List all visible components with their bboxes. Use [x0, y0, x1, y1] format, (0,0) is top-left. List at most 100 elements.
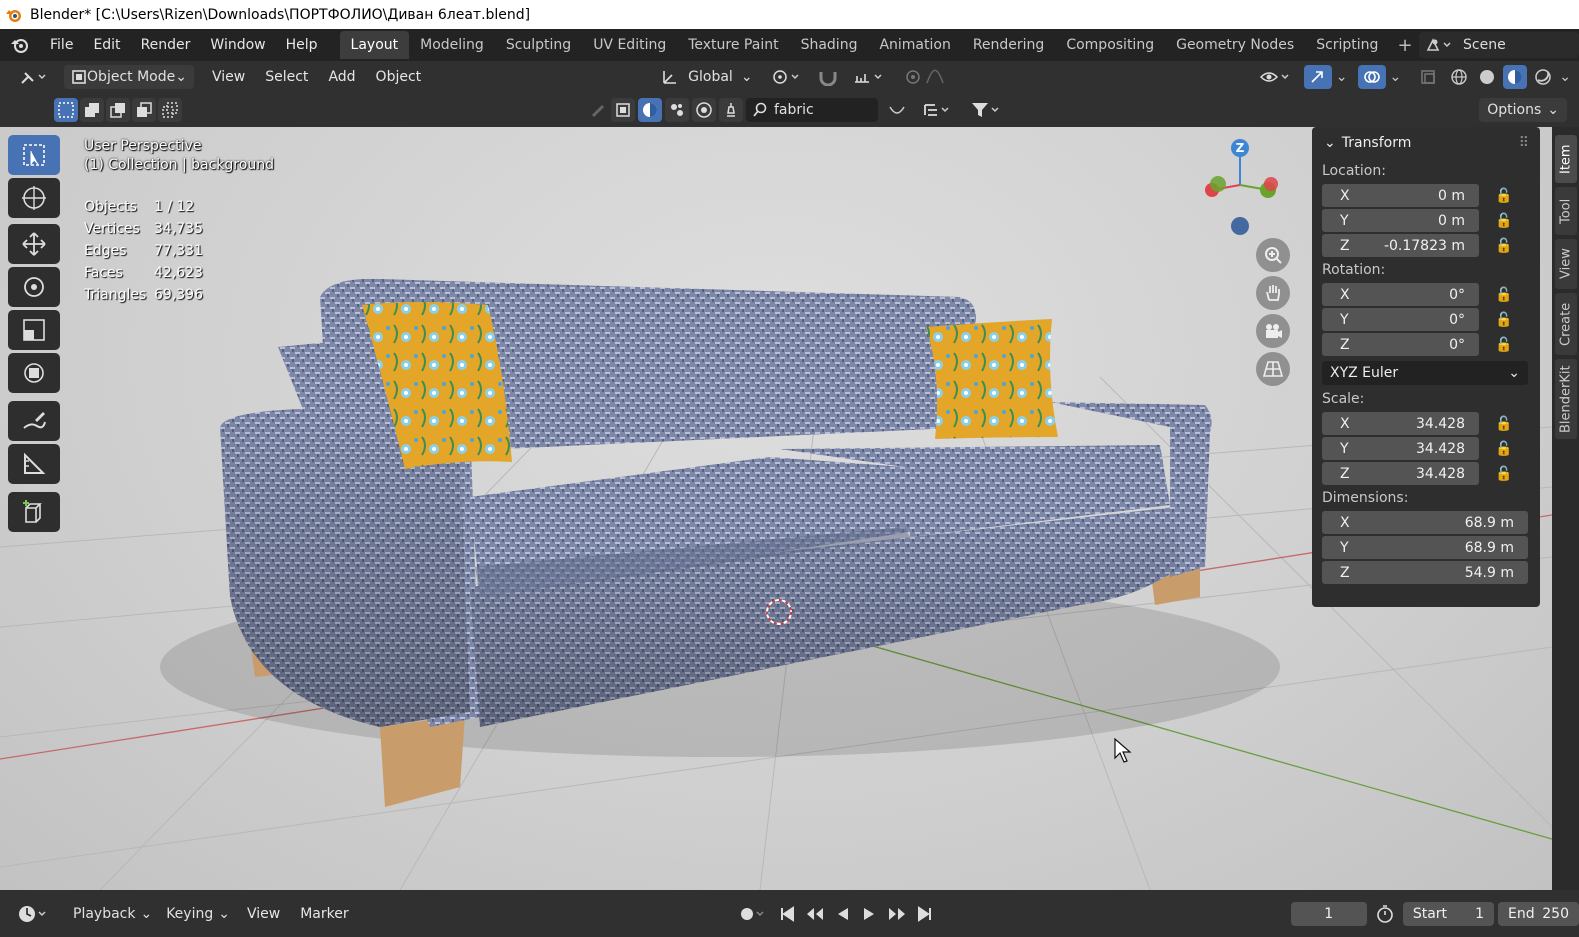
- add-workspace-button[interactable]: +: [1389, 35, 1420, 56]
- unlock-icon[interactable]: 🔓: [1495, 213, 1512, 229]
- scale-z-field[interactable]: Z 34.428: [1322, 462, 1479, 485]
- filter-object-button[interactable]: [611, 98, 635, 122]
- dimensions-y-field[interactable]: Y 68.9 m: [1322, 536, 1528, 559]
- filter-world-button[interactable]: [692, 98, 716, 122]
- unlock-icon[interactable]: 🔓: [1495, 441, 1512, 457]
- scale-x-field[interactable]: X 34.428: [1322, 412, 1479, 435]
- menu-render[interactable]: Render: [131, 37, 201, 53]
- chevron-down-icon[interactable]: ⌄: [1336, 69, 1348, 85]
- menu-select[interactable]: Select: [255, 69, 318, 85]
- menu-add[interactable]: Add: [318, 69, 365, 85]
- unlock-icon[interactable]: 🔓: [1495, 238, 1512, 254]
- sidebar-tab-create[interactable]: Create: [1555, 293, 1577, 355]
- navigation-gizmo[interactable]: Z: [1190, 130, 1290, 240]
- unlock-icon[interactable]: 🔓: [1495, 466, 1512, 482]
- options-dropdown[interactable]: Options ⌄: [1479, 98, 1567, 122]
- unlock-icon[interactable]: 🔓: [1495, 188, 1512, 204]
- tool-add-cube[interactable]: [8, 492, 60, 532]
- filter-material-button[interactable]: [638, 98, 662, 122]
- unlock-icon[interactable]: 🔓: [1495, 287, 1512, 303]
- marker-menu[interactable]: Marker: [290, 906, 358, 922]
- gizmo-z-negative[interactable]: [1231, 217, 1249, 235]
- timeline-editor-type[interactable]: [10, 902, 58, 926]
- pivot-dropdown[interactable]: [764, 65, 810, 89]
- scene-selector[interactable]: Scene: [1419, 32, 1579, 58]
- tab-animation[interactable]: Animation: [868, 31, 961, 59]
- timeline-view-menu[interactable]: View: [237, 906, 290, 922]
- shading-solid-button[interactable]: [1475, 65, 1499, 89]
- tab-uv-editing[interactable]: UV Editing: [582, 31, 677, 59]
- tab-shading[interactable]: Shading: [790, 31, 869, 59]
- current-frame-field[interactable]: 1: [1290, 901, 1367, 926]
- menu-file[interactable]: File: [40, 37, 83, 53]
- preview-range-toggle[interactable]: [1371, 902, 1399, 926]
- playback-menu[interactable]: Playback ⌄: [66, 902, 159, 926]
- rotation-y-field[interactable]: Y 0°: [1322, 308, 1479, 331]
- tab-geometry-nodes[interactable]: Geometry Nodes: [1165, 31, 1305, 59]
- proportional-edit-toggle[interactable]: [898, 65, 962, 89]
- tab-scripting[interactable]: Scripting: [1305, 31, 1389, 59]
- chevron-down-icon[interactable]: ⌄: [1390, 69, 1402, 85]
- sidebar-tab-blenderkit[interactable]: BlenderKit: [1555, 359, 1577, 439]
- select-new-button[interactable]: [54, 98, 78, 122]
- tab-layout[interactable]: Layout: [339, 31, 410, 59]
- start-frame-field[interactable]: Start 1: [1402, 901, 1494, 926]
- visibility-dropdown[interactable]: [1252, 65, 1300, 89]
- sidebar-tab-tool[interactable]: Tool: [1555, 187, 1577, 235]
- end-frame-field[interactable]: End 250: [1498, 901, 1579, 926]
- record-button[interactable]: [731, 902, 773, 926]
- camera-view-button[interactable]: [1256, 314, 1290, 348]
- sidebar-tab-item[interactable]: Item: [1555, 135, 1577, 183]
- next-keyframe-button[interactable]: [883, 902, 911, 926]
- jump-start-button[interactable]: [775, 902, 799, 926]
- location-y-field[interactable]: Y 0 m: [1322, 209, 1479, 232]
- filter-funnel-dropdown[interactable]: [963, 98, 1009, 122]
- menu-edit[interactable]: Edit: [83, 37, 130, 53]
- zoom-button[interactable]: [1256, 238, 1290, 272]
- editor-type-button[interactable]: [12, 65, 58, 89]
- snap-toggle[interactable]: [810, 65, 846, 89]
- select-extend-button[interactable]: [80, 98, 104, 122]
- filter-texture-button[interactable]: [665, 98, 689, 122]
- blender-menu-icon[interactable]: [0, 35, 40, 55]
- location-x-field[interactable]: X 0 m: [1322, 184, 1479, 207]
- dimensions-z-field[interactable]: Z 54.9 m: [1322, 561, 1528, 584]
- select-intersect-button[interactable]: [158, 98, 182, 122]
- drag-handle-icon[interactable]: ⠿: [1519, 135, 1530, 151]
- play-button[interactable]: [857, 902, 881, 926]
- dimensions-x-field[interactable]: X 68.9 m: [1322, 511, 1528, 534]
- gizmo-y-negative[interactable]: [1210, 176, 1226, 192]
- tab-compositing[interactable]: Compositing: [1055, 31, 1165, 59]
- sort-dropdown[interactable]: [916, 98, 960, 122]
- menu-view[interactable]: View: [202, 69, 255, 85]
- tool-measure[interactable]: [8, 444, 60, 484]
- filter-search-field[interactable]: fabric: [746, 98, 878, 122]
- play-reverse-button[interactable]: [831, 902, 855, 926]
- shading-rendered-button[interactable]: [1531, 65, 1555, 89]
- chevron-down-icon[interactable]: ⌄: [1559, 69, 1571, 85]
- scale-y-field[interactable]: Y 34.428: [1322, 437, 1479, 460]
- menu-window[interactable]: Window: [200, 37, 275, 53]
- gizmo-x-positive[interactable]: [1264, 177, 1278, 191]
- sidebar-tab-view[interactable]: View: [1555, 239, 1577, 289]
- xray-toggle[interactable]: [1413, 65, 1443, 89]
- filter-brush-button[interactable]: [719, 98, 743, 122]
- tool-scale[interactable]: [8, 310, 60, 350]
- search-input-value[interactable]: fabric: [774, 102, 814, 118]
- filter-toggle[interactable]: [881, 98, 913, 122]
- brush-icon[interactable]: [590, 101, 608, 119]
- overlays-toggle[interactable]: [1357, 65, 1386, 89]
- shading-material-button[interactable]: [1503, 65, 1528, 89]
- mode-dropdown[interactable]: Object Mode ⌄: [64, 65, 194, 89]
- rotation-x-field[interactable]: X 0°: [1322, 283, 1479, 306]
- prev-keyframe-button[interactable]: [801, 902, 829, 926]
- menu-object[interactable]: Object: [366, 69, 432, 85]
- tool-rotate[interactable]: [8, 267, 60, 307]
- gizmo-toggle[interactable]: [1303, 65, 1332, 89]
- unlock-icon[interactable]: 🔓: [1495, 312, 1512, 328]
- rotation-mode-dropdown[interactable]: XYZ Euler ⌄: [1322, 361, 1528, 385]
- keying-menu[interactable]: Keying ⌄: [159, 902, 237, 926]
- tab-modeling[interactable]: Modeling: [409, 31, 495, 59]
- tool-transform[interactable]: [8, 353, 60, 393]
- tab-texture-paint[interactable]: Texture Paint: [677, 31, 789, 59]
